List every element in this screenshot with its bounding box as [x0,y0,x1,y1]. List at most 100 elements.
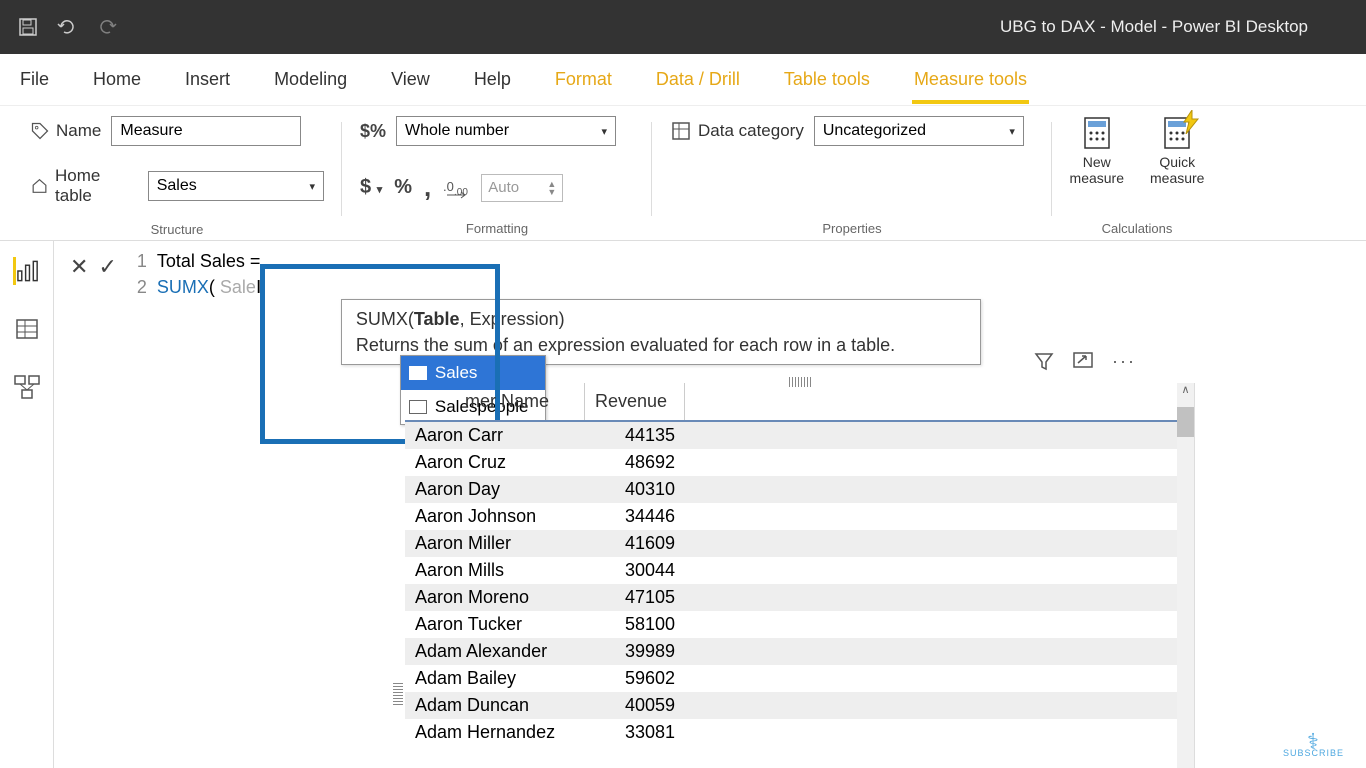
tab-home[interactable]: Home [91,57,143,102]
subscribe-watermark: ⚕ SUBSCRIBE [1283,736,1344,758]
formula-editor[interactable]: 1Total Sales = 2SUMX( SaleⅠ SUMX(Table, … [137,248,1366,300]
format-combo[interactable]: Whole number ▾ [396,116,616,146]
column-header-revenue[interactable]: Revenue [585,383,685,420]
cell-revenue: 44135 [585,422,685,449]
formula-typing: Sale [220,277,256,297]
redo-icon[interactable] [96,17,118,37]
cell-revenue: 34446 [585,503,685,530]
table-row[interactable]: Adam Hernandez33081 [405,719,1194,746]
tab-file[interactable]: File [18,57,51,102]
tab-measure-tools[interactable]: Measure tools [912,57,1029,102]
dna-icon: ⚕ [1283,736,1344,748]
table-row[interactable]: Aaron Cruz48692 [405,449,1194,476]
home-table-text: Home table [55,166,138,206]
filter-icon[interactable] [1034,351,1054,372]
table-row[interactable]: Aaron Miller41609 [405,530,1194,557]
ribbon-group-calculations: New measure Quick measure Calculations [1052,116,1222,240]
home-table-label: Home table [30,166,138,206]
cell-revenue: 40059 [585,692,685,719]
table-row[interactable]: Aaron Johnson34446 [405,503,1194,530]
tab-modeling[interactable]: Modeling [272,57,349,102]
tab-format[interactable]: Format [553,57,614,102]
quick-calculator-icon [1160,116,1194,150]
table-row[interactable]: Aaron Carr44135 [405,422,1194,449]
cell-revenue: 59602 [585,665,685,692]
text-cursor-icon: Ⅰ [256,277,261,297]
resize-grip-left[interactable] [393,683,403,705]
spin-down-icon[interactable]: ▼ [547,188,556,196]
scroll-thumb[interactable] [1177,407,1194,437]
table-row[interactable]: Aaron Moreno47105 [405,584,1194,611]
quick-measure-button[interactable]: Quick measure [1144,116,1210,186]
visual-header-actions: ··· [1034,351,1136,372]
ribbon-group-properties: Data category Uncategorized ▾ Properties [652,116,1052,240]
table-row[interactable]: Aaron Day40310 [405,476,1194,503]
percent-button[interactable]: % [394,176,412,199]
cell-revenue: 33081 [585,719,685,746]
table-row[interactable]: Adam Alexander39989 [405,638,1194,665]
commit-formula-button[interactable]: ✓ [98,254,116,280]
category-icon [670,120,692,142]
formula-function: SUMX [157,277,209,297]
table-row[interactable]: Adam Bailey59602 [405,665,1194,692]
left-view-rail [0,241,54,768]
cell-name: Aaron Moreno [405,584,585,611]
table-scrollbar[interactable]: ∧ [1177,383,1194,768]
ribbon-group-structure: Name Measure Home table Sales ▾ Structur… [12,116,342,240]
data-category-text: Data category [698,121,804,141]
cell-name: Aaron Day [405,476,585,503]
tab-view[interactable]: View [389,57,432,102]
group-label-properties: Properties [670,215,1034,240]
report-view-button[interactable] [13,257,41,285]
tab-data-drill[interactable]: Data / Drill [654,57,742,102]
tab-table-tools[interactable]: Table tools [782,57,872,102]
ribbon-group-formatting: $% Whole number ▾ $ ▾ % , .0.00 Auto ▲▼ … [342,116,652,240]
decimal-places-input[interactable]: Auto ▲▼ [481,174,563,202]
home-icon [30,176,49,196]
table-visual[interactable]: mer Name Revenue Aaron Carr44135Aaron Cr… [405,383,1195,768]
scroll-up-icon[interactable]: ∧ [1177,383,1194,396]
cell-revenue: 48692 [585,449,685,476]
more-options-icon[interactable]: ··· [1112,351,1136,372]
cell-revenue: 30044 [585,557,685,584]
cell-name: Adam Alexander [405,638,585,665]
tab-insert[interactable]: Insert [183,57,232,102]
format-value: Whole number [405,122,509,140]
new-measure-button[interactable]: New measure [1064,116,1130,186]
measure-name-input[interactable]: Measure [111,116,301,146]
cell-name: Adam Duncan [405,692,585,719]
cell-revenue: 58100 [585,611,685,638]
home-table-combo[interactable]: Sales ▾ [148,171,324,201]
data-category-combo[interactable]: Uncategorized ▾ [814,116,1024,146]
chevron-down-icon: ▾ [1009,125,1015,138]
cell-revenue: 41609 [585,530,685,557]
currency-button[interactable]: $ ▾ [360,176,382,199]
cell-name: Aaron Johnson [405,503,585,530]
cell-name: Aaron Mills [405,557,585,584]
table-row[interactable]: Adam Duncan40059 [405,692,1194,719]
cell-name: Adam Hernandez [405,719,585,746]
ribbon: Name Measure Home table Sales ▾ Structur… [0,106,1366,241]
calculator-icon [1080,116,1114,150]
tab-help[interactable]: Help [472,57,513,102]
save-icon[interactable] [18,17,38,37]
group-label-formatting: Formatting [360,215,634,240]
decimal-button[interactable]: .0.00 [443,177,469,199]
focus-mode-icon[interactable] [1072,351,1094,372]
cell-name: Adam Bailey [405,665,585,692]
table-row[interactable]: Aaron Mills30044 [405,557,1194,584]
formula-line-1: Total Sales = [157,251,261,271]
undo-icon[interactable] [56,17,78,37]
comma-button[interactable]: , [424,172,431,203]
chevron-down-icon: ▾ [601,125,607,138]
table-icon [409,366,427,380]
table-row[interactable]: Aaron Tucker58100 [405,611,1194,638]
column-header-name[interactable]: mer Name [405,383,585,420]
table-header: mer Name Revenue [405,383,1194,422]
lightning-icon [1182,110,1200,134]
cell-name: Aaron Miller [405,530,585,557]
data-category-label: Data category [670,120,804,142]
data-view-button[interactable] [13,315,41,343]
cancel-formula-button[interactable]: ✕ [70,254,88,280]
model-view-button[interactable] [13,373,41,401]
